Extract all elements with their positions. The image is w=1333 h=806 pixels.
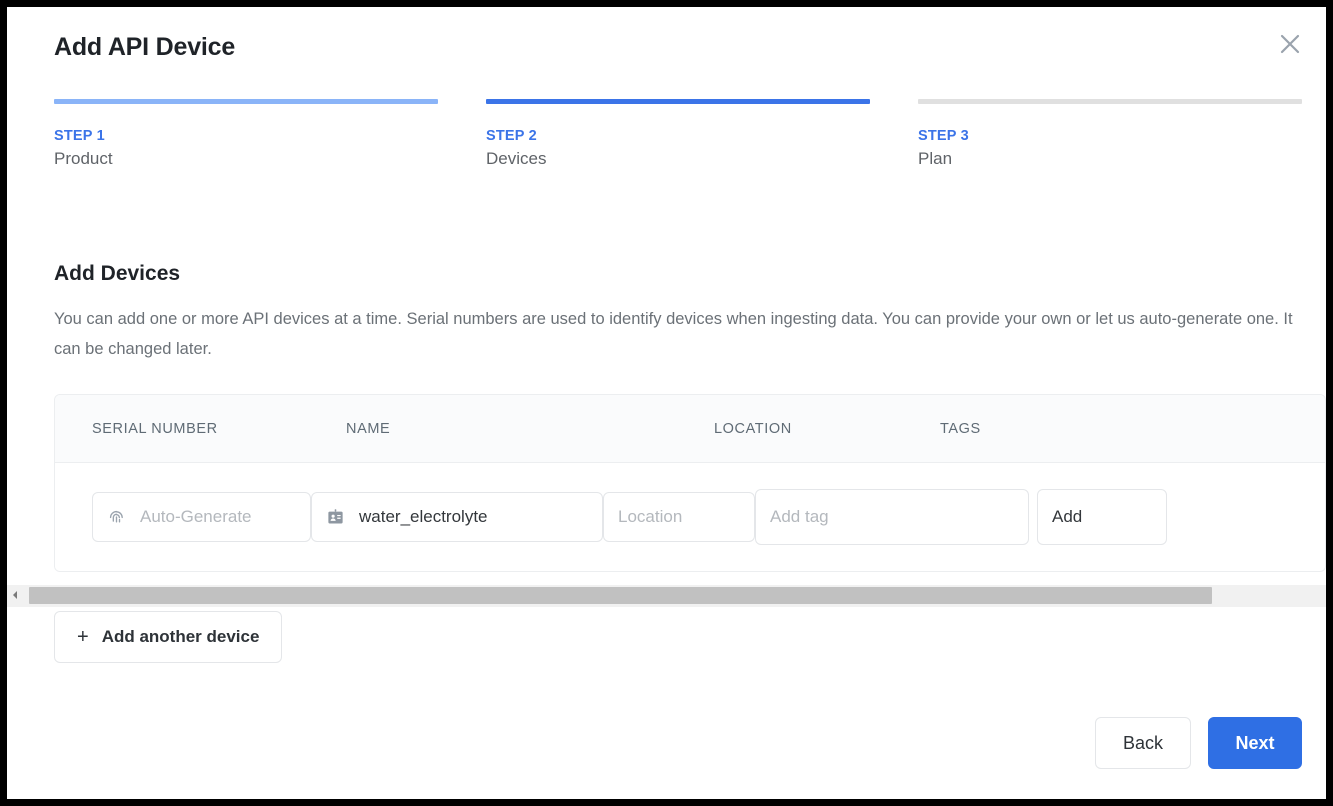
location-input[interactable]: Location — [603, 492, 755, 542]
step-2-number: STEP 2 — [486, 128, 537, 144]
scrollbar-thumb[interactable] — [29, 587, 1212, 604]
location-placeholder: Location — [618, 507, 683, 526]
close-icon — [1277, 31, 1303, 57]
step-3-label: Plan — [918, 149, 953, 168]
device-name-input[interactable]: water_electrolyte — [311, 492, 603, 542]
horizontal-scrollbar[interactable] — [7, 585, 1326, 607]
scrollbar-track[interactable] — [22, 585, 1326, 607]
device-name-value: water_electrolyte — [359, 507, 488, 526]
screenshot-root: Add API Device STEP 1 Product STEP 2 Dev… — [0, 0, 1333, 806]
step-3-progress-bar — [918, 99, 1302, 104]
close-button[interactable] — [1269, 23, 1311, 65]
serial-number-placeholder: Auto-Generate — [140, 507, 252, 526]
step-1-product[interactable]: STEP 1 Product — [54, 99, 438, 169]
column-header-name: NAME — [346, 420, 391, 437]
step-1-progress-bar — [54, 99, 438, 104]
column-header-tags: TAGS — [940, 420, 981, 437]
step-2-progress-bar — [486, 99, 870, 104]
step-1-label: Product — [54, 149, 113, 168]
add-another-device-button[interactable]: + Add another device — [54, 611, 283, 663]
step-1-number: STEP 1 — [54, 128, 105, 144]
scroll-left-arrow-button[interactable] — [7, 585, 22, 607]
chevron-left-icon — [11, 587, 19, 605]
add-api-device-dialog: Add API Device STEP 1 Product STEP 2 Dev… — [7, 7, 1326, 799]
add-tag-input[interactable]: Add tag — [755, 489, 1029, 545]
step-3-number: STEP 3 — [918, 128, 969, 144]
page-title: Add API Device — [54, 33, 236, 61]
section-title: Add Devices — [54, 262, 181, 285]
back-button[interactable]: Back — [1095, 717, 1191, 769]
section-description: You can add one or more API devices at a… — [54, 310, 1293, 358]
step-2-label: Devices — [486, 149, 547, 168]
column-header-serial-number: SERIAL NUMBER — [92, 420, 218, 437]
fingerprint-icon — [107, 508, 126, 527]
next-button[interactable]: Next — [1208, 717, 1302, 769]
table-row: Auto-Generate water_electrolyte Location… — [55, 463, 1325, 571]
devices-table: SERIAL NUMBER NAME LOCATION TAGS Auto-Ge… — [54, 394, 1326, 572]
column-header-location: LOCATION — [714, 420, 792, 437]
stepper: STEP 1 Product STEP 2 Devices STEP 3 Pla… — [54, 99, 1302, 169]
plus-icon: + — [77, 625, 89, 648]
add-tag-button[interactable]: Add — [1037, 489, 1167, 545]
dialog-footer: Back Next — [1095, 717, 1302, 769]
add-another-device-label: Add another device — [101, 627, 260, 646]
id-badge-icon — [326, 508, 345, 527]
step-3-plan[interactable]: STEP 3 Plan — [918, 99, 1302, 169]
step-2-devices[interactable]: STEP 2 Devices — [486, 99, 870, 169]
table-header-row: SERIAL NUMBER NAME LOCATION TAGS — [55, 395, 1325, 463]
add-tag-button-label: Add — [1052, 507, 1083, 526]
serial-number-input[interactable]: Auto-Generate — [92, 492, 311, 542]
add-tag-placeholder: Add tag — [770, 507, 829, 526]
